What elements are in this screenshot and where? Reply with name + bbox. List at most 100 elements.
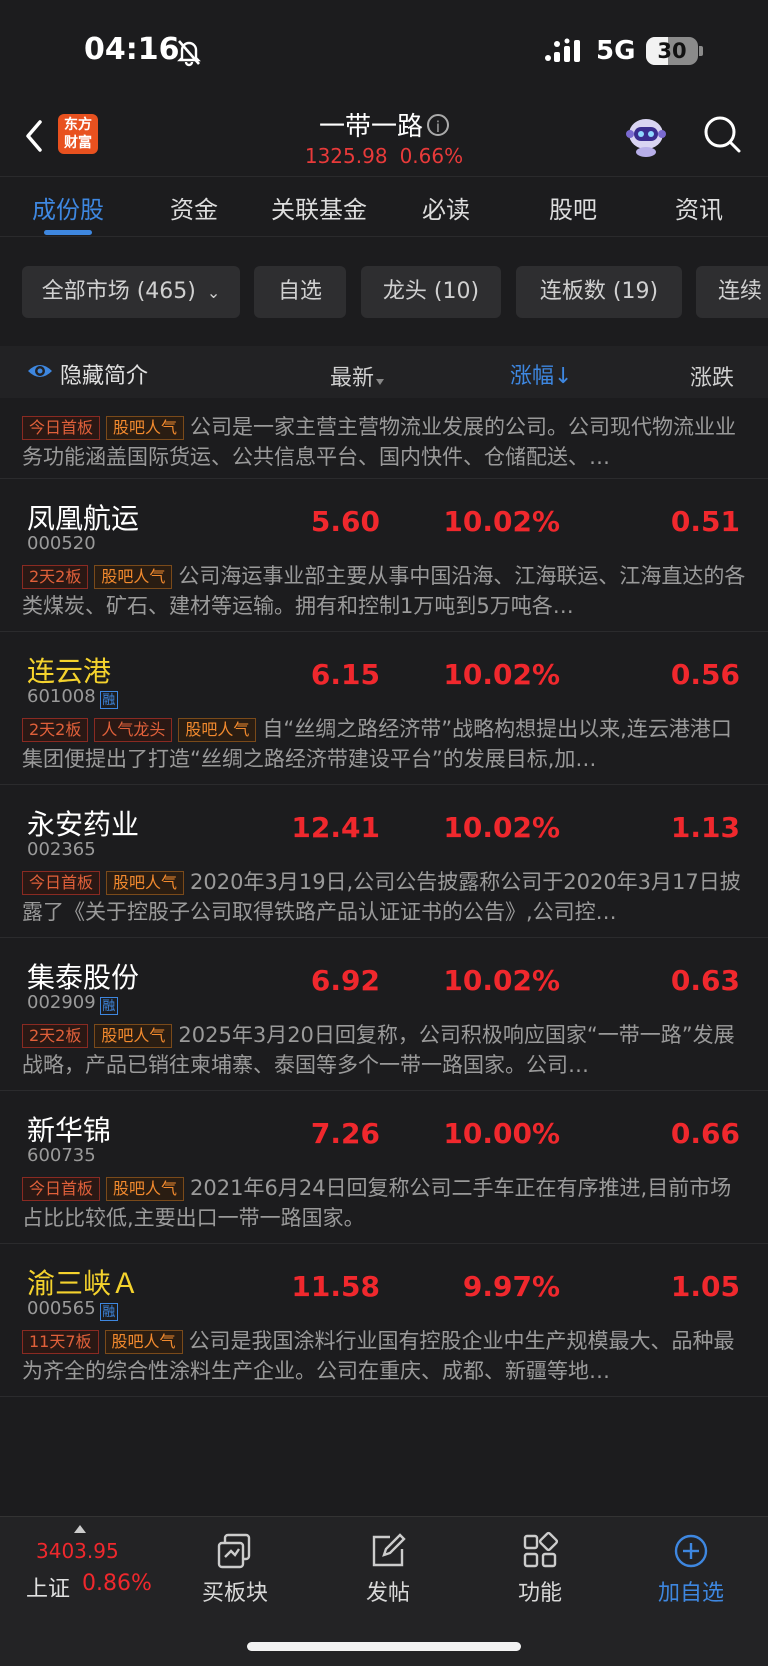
active-tab-indicator: [44, 230, 92, 235]
buy-sector-label: 买板块: [201, 1581, 268, 1606]
tab-news[interactable]: 资讯: [644, 190, 754, 225]
filter-chip-continuous[interactable]: 连续: [696, 266, 768, 318]
table-row[interactable]: 永安药业 002365 12.41 10.02% 1.13 今日首板 股吧人气 20…: [0, 785, 768, 938]
battery-icon: 30: [646, 37, 698, 65]
stock-tag: 11天7板: [22, 1330, 99, 1354]
stock-tag: 股吧人气: [106, 1177, 185, 1201]
nav-header: 东方财富 一带一路 i 1325.98 0.66%: [0, 100, 768, 177]
tab-bar: 成份股 资金 关联基金 必读 股吧 资讯: [0, 176, 768, 237]
stock-latest-price: 6.15: [310, 658, 380, 691]
stock-latest-price: 5.60: [310, 505, 380, 538]
chevron-down-icon: ⌄: [206, 283, 221, 302]
table-row[interactable]: 新华锦 600735 7.26 10.00% 0.66 今日首板 股吧人气 2021…: [0, 1091, 768, 1244]
stock-tag: 今日首板: [22, 416, 101, 440]
signal-icon: [545, 38, 580, 62]
tab-forum[interactable]: 股吧: [518, 190, 628, 225]
page-title-text: 一带一路: [318, 112, 423, 142]
filter-bar: 全部市场 (465) ⌄ 自选 龙头 (10) 连板数 (19) 连续: [0, 236, 768, 346]
compose-label: 发帖: [365, 1581, 410, 1606]
tab-funds[interactable]: 资金: [139, 190, 249, 225]
filter-chip-consecutive-limit[interactable]: 连板数 (19): [516, 266, 682, 318]
filter-chip-leaders[interactable]: 龙头 (10): [361, 266, 501, 318]
sort-desc-icon: ↓: [554, 364, 573, 389]
column-change-pct[interactable]: 涨幅↓: [510, 358, 572, 390]
stock-name: 集泰股份: [27, 961, 140, 994]
stock-code: 600119: [27, 398, 96, 401]
filter-chip-watchlist[interactable]: 自选: [254, 266, 346, 318]
functions-button[interactable]: 功能: [485, 1531, 595, 1607]
info-icon[interactable]: i: [427, 114, 449, 136]
stock-code: 002909 融: [27, 992, 118, 1015]
tab-constituents[interactable]: 成份股: [13, 190, 123, 225]
table-row[interactable]: 渝三峡Ａ 000565 融 11.58 9.97% 1.05 11天7板 股吧人气公…: [0, 1244, 768, 1397]
shanghai-index-value[interactable]: 3403.95: [36, 1539, 119, 1563]
table-row[interactable]: 凤凰航运 000520 5.60 10.02% 0.51 2天2板 股吧人气 公司海…: [0, 479, 768, 632]
stock-code-text: 002909: [27, 992, 96, 1013]
stock-code: 601008 融: [27, 686, 118, 709]
table-row[interactable]: 连云港 601008 融 6.15 10.02% 0.56 2天2板 人气龙头 股吧人…: [0, 632, 768, 785]
stock-code-text: 601008: [27, 686, 96, 707]
sort-icon: [376, 379, 385, 385]
stock-tag: 股吧人气: [94, 565, 173, 589]
add-watchlist-button[interactable]: 加自选: [636, 1531, 746, 1607]
market-filter-dropdown[interactable]: 全部市场 (465) ⌄: [22, 266, 240, 318]
stock-change-pct: 10.00%: [443, 1117, 560, 1150]
stock-tag: 股吧人气: [178, 718, 257, 742]
column-latest-label: 最新: [330, 366, 375, 391]
add-watchlist-icon: [674, 1534, 708, 1568]
network-label: 5G: [596, 36, 636, 66]
column-change-pct-label: 涨幅: [510, 364, 555, 389]
stock-description: 今日首板 股吧人气 2020年3月19日,公司公告披露称公司于2020年3月17日披…: [22, 867, 746, 927]
stock-description: 11天7板 股吧人气 公司是我国涂料行业国有控股企业中生产规模最大、品种最为齐全的综…: [22, 1326, 746, 1386]
table-row[interactable]: 集泰股份 002909 融 6.92 10.02% 0.63 2天2板 股吧人气 20…: [0, 938, 768, 1091]
search-icon[interactable]: [702, 114, 742, 154]
buy-sector-button[interactable]: 买板块: [180, 1531, 290, 1607]
eye-icon[interactable]: [26, 360, 54, 382]
stock-change-pct: 10.02%: [443, 505, 560, 538]
tab-related-funds[interactable]: 关联基金: [264, 190, 374, 225]
margin-badge: 融: [99, 1303, 118, 1321]
stock-description: 今日首板 股吧人气 2021年6月24日回复称公司二手车正在有序推进,目前市场占比比…: [22, 1173, 746, 1233]
stock-tag: 2天2板: [22, 1024, 89, 1048]
stock-change-amt: 0.56: [670, 658, 740, 691]
stock-latest-price: 6.92: [310, 964, 380, 997]
table-row[interactable]: 600119 今日首板股吧人气公司是一家主营主营物流业发展的公司。公司现代物流业…: [0, 398, 768, 479]
compose-icon: [372, 1533, 406, 1567]
stock-change-pct: 9.97%: [462, 1270, 560, 1303]
column-change-amt[interactable]: 涨跌: [690, 360, 768, 392]
sector-index-value: 1325.98: [304, 144, 388, 168]
stock-tag: 人气龙头: [94, 718, 173, 742]
stock-name: 永安药业: [27, 808, 140, 841]
column-latest[interactable]: 最新: [330, 360, 385, 392]
robot-assistant-icon[interactable]: [622, 112, 670, 158]
stock-list: 600119 今日首板股吧人气公司是一家主营主营物流业发展的公司。公司现代物流业…: [0, 398, 768, 1516]
stock-change-pct: 10.02%: [443, 964, 560, 997]
column-header: 隐藏简介 最新 涨幅↓ 涨跌: [0, 346, 768, 398]
home-indicator[interactable]: [247, 1642, 521, 1651]
stock-code: 000520: [27, 533, 96, 554]
stock-description: 2天2板 股吧人气 公司海运事业部主要从事中国沿海、江海联运、江海直达的各类煤炭、矿…: [22, 561, 746, 621]
expand-up-icon[interactable]: [74, 1525, 86, 1533]
stock-latest-price: 12.41: [291, 811, 380, 844]
hide-intro-toggle[interactable]: 隐藏简介: [60, 358, 148, 390]
shanghai-index-change[interactable]: 0.86%: [82, 1571, 152, 1596]
stock-tag: 股吧人气: [106, 871, 185, 895]
stock-name: 渝三峡Ａ: [27, 1267, 140, 1300]
bell-muted-icon: [177, 40, 201, 67]
add-watchlist-label: 加自选: [657, 1581, 724, 1606]
stock-change-pct: 10.02%: [443, 811, 560, 844]
market-filter-label: 全部市场 (465): [41, 279, 196, 304]
stock-description: 2天2板 人气龙头 股吧人气 自“丝绸之路经济带”战略构想提出以来,连云港港口集团便提…: [22, 714, 746, 774]
stock-tag: 股吧人气: [104, 1330, 183, 1354]
compose-post-button[interactable]: 发帖: [333, 1531, 443, 1607]
shanghai-index-name[interactable]: 上证: [26, 1571, 70, 1603]
stock-change-amt: 0.51: [670, 505, 740, 538]
stock-change-amt: 0.66: [670, 1117, 740, 1150]
stock-latest-price: 11.58: [291, 1270, 380, 1303]
stock-change-amt: 0.63: [670, 964, 740, 997]
tab-must-read[interactable]: 必读: [391, 190, 501, 225]
stock-tag: 股吧人气: [106, 416, 185, 440]
margin-badge: 融: [99, 691, 118, 709]
battery-tip: [699, 46, 703, 56]
stock-name: 凤凰航运: [27, 502, 140, 535]
